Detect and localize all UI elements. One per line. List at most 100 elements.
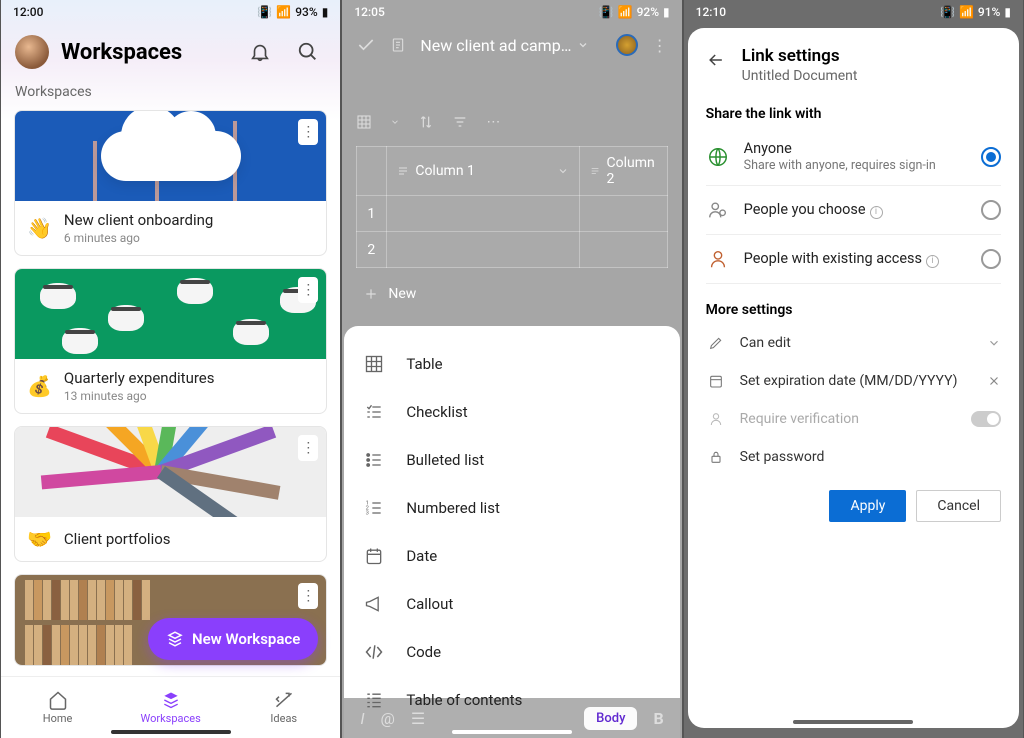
setting-expiration[interactable]: Set expiration date (MM/DD/YYYY)	[706, 362, 1001, 400]
sheet-item-numbered[interactable]: 123 Numbered list	[344, 484, 679, 532]
new-workspace-button[interactable]: New Workspace	[148, 618, 318, 660]
lock-icon	[708, 449, 724, 465]
workspaces-icon	[161, 690, 181, 710]
more-icon[interactable]: ⋯	[486, 114, 500, 130]
card-more-icon[interactable]: ⋮	[298, 583, 318, 609]
doc-icon[interactable]	[390, 36, 406, 54]
sheet-item-label: Numbered list	[406, 499, 500, 517]
back-icon[interactable]	[706, 50, 726, 70]
editor-background: New client ad camp… ⋮ ⋯ Column 1 Column …	[342, 24, 681, 312]
sheet-item-toc[interactable]: Table of contents	[344, 676, 679, 724]
coin-avatar[interactable]	[616, 34, 638, 56]
signal-icon: 📶	[618, 5, 633, 19]
sheet-item-label: Callout	[406, 595, 453, 613]
sheet-item-label: Date	[406, 547, 437, 565]
nav-home[interactable]: Home	[1, 677, 114, 738]
bell-icon[interactable]	[242, 34, 278, 70]
share-option-choose[interactable]: People you choosei	[706, 186, 1001, 235]
option-subtitle: Share with anyone, requires sign-in	[744, 158, 967, 173]
option-title: People with existing access	[744, 250, 922, 267]
workspace-card[interactable]: ⋮ 💰 Quarterly expenditures 13 minutes ag…	[14, 268, 327, 414]
nav-ideas[interactable]: Ideas	[227, 677, 340, 738]
card-more-icon[interactable]: ⋮	[298, 277, 318, 303]
workspace-card[interactable]: ⋮ 🤝 Client portfolios	[14, 426, 327, 562]
share-option-anyone[interactable]: Anyone Share with anyone, requires sign-…	[706, 128, 1001, 186]
radio-button[interactable]	[981, 249, 1001, 269]
person-icon	[708, 411, 724, 427]
sheet-item-checklist[interactable]: Checklist	[344, 388, 679, 436]
setting-label: Can edit	[740, 335, 791, 351]
column-header: Column 2	[607, 155, 657, 187]
workspace-list: ⋮ 👋 New client onboarding 6 minutes ago …	[1, 110, 340, 676]
sort-icon[interactable]	[418, 114, 434, 130]
card-more-icon[interactable]: ⋮	[298, 119, 318, 145]
panel-subtitle: Untitled Document	[742, 68, 858, 84]
svg-text:3: 3	[366, 511, 369, 517]
home-icon	[48, 690, 68, 710]
radio-button[interactable]	[981, 200, 1001, 220]
person-icon	[707, 248, 729, 270]
numbered-list-icon: 123	[364, 498, 384, 518]
sheet-item-code[interactable]: Code	[344, 628, 679, 676]
filter-icon[interactable]	[452, 114, 468, 130]
plus-icon	[364, 287, 378, 301]
avatar[interactable]	[15, 35, 49, 69]
ideas-icon	[274, 690, 294, 710]
nav-workspaces[interactable]: Workspaces	[114, 677, 227, 738]
card-time: 13 minutes ago	[64, 389, 215, 403]
share-option-existing[interactable]: People with existing access i	[706, 235, 1001, 284]
text-column-icon	[590, 165, 600, 177]
vibrate-icon: 📳	[257, 5, 272, 19]
search-icon[interactable]	[290, 34, 326, 70]
grid-icon[interactable]	[356, 114, 372, 130]
apply-button[interactable]: Apply	[829, 490, 906, 522]
radio-button[interactable]	[981, 147, 1001, 167]
chevron-down-icon[interactable]	[987, 336, 1001, 350]
info-icon[interactable]: i	[926, 255, 939, 268]
data-table[interactable]: Column 1 Column 2 1 2	[356, 146, 667, 268]
card-emoji: 🤝	[27, 527, 52, 551]
panel-title: Link settings	[742, 46, 858, 66]
card-thumbnail: ⋮	[15, 111, 326, 201]
cancel-button[interactable]: Cancel	[916, 490, 1001, 522]
home-indicator	[111, 730, 231, 734]
option-title: Anyone	[744, 140, 967, 157]
sheet-item-date[interactable]: Date	[344, 532, 679, 580]
calendar-icon	[364, 546, 384, 566]
card-title: Client portfolios	[64, 530, 171, 548]
card-title: Quarterly expenditures	[64, 369, 215, 387]
people-icon	[707, 199, 729, 221]
setting-password[interactable]: Set password	[706, 438, 1001, 476]
card-more-icon[interactable]: ⋮	[298, 435, 318, 461]
battery-percent: 91%	[978, 5, 1000, 19]
row-num: 2	[357, 232, 387, 268]
calendar-icon	[708, 373, 724, 389]
setting-can-edit[interactable]: Can edit	[706, 324, 1001, 362]
sheet-item-label: Table	[406, 355, 442, 373]
signal-icon: 📶	[959, 5, 974, 19]
status-bar: 12:00 📳 📶 93% ▮	[1, 0, 340, 24]
check-icon[interactable]	[356, 35, 376, 55]
status-time: 12:10	[696, 5, 726, 19]
chevron-down-icon[interactable]	[557, 165, 569, 177]
doc-header: New client ad camp… ⋮	[342, 24, 681, 66]
close-icon[interactable]	[987, 374, 1001, 388]
sheet-item-table[interactable]: Table	[344, 340, 679, 388]
workspace-card[interactable]: ⋮ 👋 New client onboarding 6 minutes ago	[14, 110, 327, 256]
vibrate-icon: 📳	[599, 5, 614, 19]
chevron-down-icon[interactable]	[390, 117, 400, 127]
workspace-icon	[166, 630, 184, 648]
code-icon	[364, 642, 384, 662]
setting-label: Require verification	[740, 411, 859, 427]
share-section-label: Share the link with	[706, 106, 1001, 122]
nav-label: Ideas	[270, 712, 297, 725]
more-icon[interactable]: ⋮	[652, 36, 668, 55]
new-row-button[interactable]: New	[342, 276, 681, 312]
card-emoji: 💰	[27, 374, 52, 398]
sheet-item-bulleted[interactable]: Bulleted list	[344, 436, 679, 484]
doc-title[interactable]: New client ad camp…	[420, 36, 601, 55]
info-icon[interactable]: i	[870, 206, 883, 219]
column-header: Column 1	[415, 163, 475, 179]
bottom-nav: Home Workspaces Ideas	[1, 676, 340, 738]
sheet-item-callout[interactable]: Callout	[344, 580, 679, 628]
